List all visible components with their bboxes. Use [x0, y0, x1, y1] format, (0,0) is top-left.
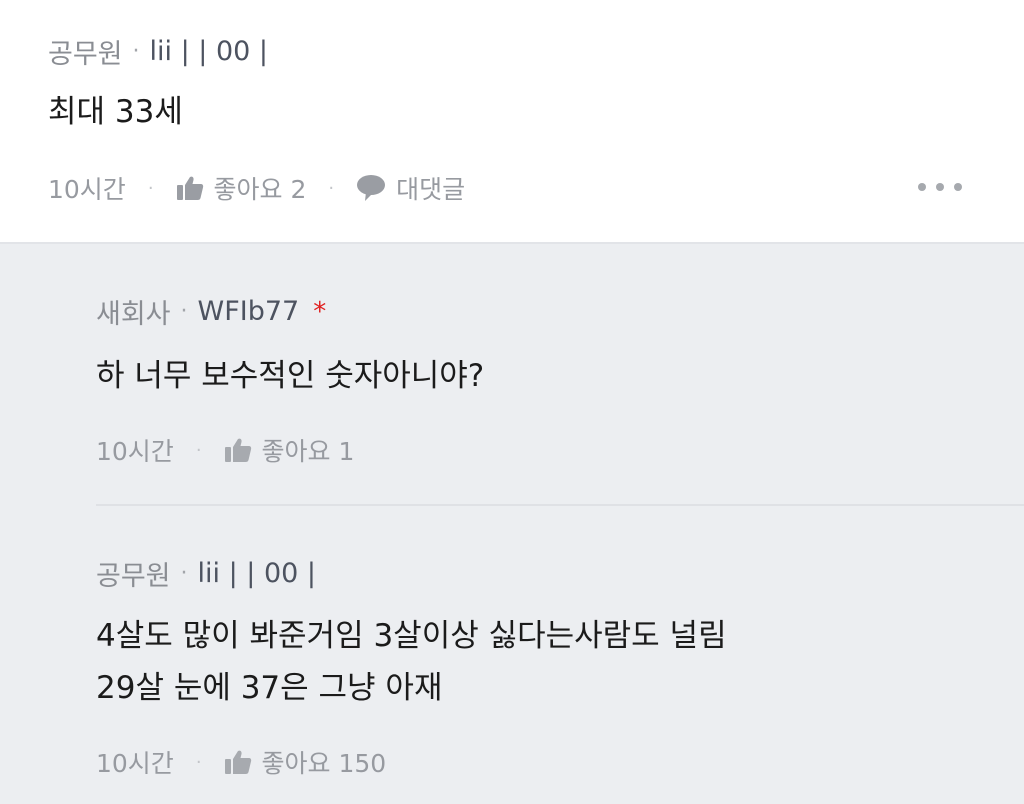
speech-bubble-icon [357, 175, 386, 201]
comment-time: 10시간 [48, 175, 126, 204]
reply-author[interactable]: 새회사 · WFIb77 * [96, 292, 326, 331]
author-job: 공무원 [48, 39, 123, 70]
reply-author[interactable]: 공무원 · lii | | 00 | [96, 554, 316, 593]
author-job: 공무원 [96, 561, 171, 592]
comment-card: 공무원 · lii | | 00 | 최대 33세 10시간 · 좋아요 2 ·… [0, 0, 1024, 242]
reply-text-line-2: 29살 눈에 37은 그냥 아재 [96, 670, 443, 706]
author-nickname: WFIb77 [197, 296, 300, 327]
author-nickname: lii | | 00 | [197, 558, 317, 589]
author-nickname: lii | | 00 | [149, 36, 269, 67]
comment-author[interactable]: 공무원 · lii | | 00 | [48, 32, 268, 71]
reply-text: 하 너무 보수적인 숫자아니야? [96, 358, 485, 394]
like-button[interactable]: 좋아요 2 [176, 170, 307, 206]
comment-text: 최대 33세 [48, 94, 183, 130]
thumbs-up-icon [224, 438, 251, 462]
separator-dot: · [147, 177, 154, 199]
more-options-icon[interactable] [918, 174, 962, 200]
separator-dot: · [132, 39, 140, 64]
reply-time: 10시간 [96, 749, 174, 778]
like-label: 좋아요 2 [213, 175, 307, 204]
reply-text-line-1: 4살도 많이 봐준거임 3살이상 싫다는사람도 널림 [96, 618, 727, 654]
separator-dot: · [328, 177, 335, 199]
separator-dot: · [180, 299, 188, 324]
like-button[interactable]: 좋아요 150 [224, 744, 387, 780]
reply-divider [96, 504, 1024, 506]
reply-button[interactable]: 대댓글 [356, 170, 465, 206]
like-label: 좋아요 1 [261, 437, 355, 466]
author-badge: * [313, 296, 327, 327]
like-label: 좋아요 150 [261, 749, 387, 778]
reply-time: 10시간 [96, 437, 174, 466]
separator-dot: · [195, 751, 202, 773]
thumbs-up-icon [176, 176, 203, 200]
separator-dot: · [180, 561, 188, 586]
author-job: 새회사 [96, 299, 171, 330]
reply-actions: 10시간 · 좋아요 150 [96, 744, 386, 780]
reply-actions: 10시간 · 좋아요 1 [96, 432, 354, 468]
like-button[interactable]: 좋아요 1 [224, 432, 355, 468]
reply-label: 대댓글 [396, 175, 466, 204]
comment-actions: 10시간 · 좋아요 2 · 대댓글 [48, 170, 465, 206]
thumbs-up-icon [224, 750, 251, 774]
separator-dot: · [195, 439, 202, 461]
